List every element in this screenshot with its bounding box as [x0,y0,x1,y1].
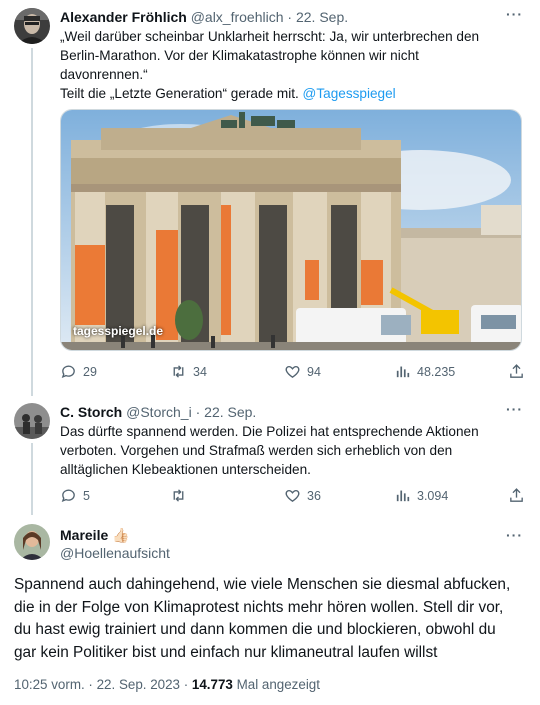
author-handle[interactable]: @alx_froehlich [191,9,284,25]
tweet-header: C. Storch @Storch_i · 22. Sep. [60,404,257,420]
author-handle[interactable]: @Storch_i [126,404,192,420]
share-button[interactable] [508,487,525,504]
retweet-button[interactable] [170,487,193,504]
tweet-meta: 10:25 vorm. · 22. Sep. 2023 · 14.773 Mal… [14,677,320,692]
reply-button[interactable]: 5 [60,487,90,504]
tweet-header: Mareile 👍🏻 [60,526,130,544]
tweet-date[interactable]: 22. Sep. [204,404,256,420]
view-count: 3.094 [417,488,449,503]
retweet-arrows-icon [173,489,184,502]
thread-line [31,443,33,515]
more-options-icon[interactable]: ··· [506,527,523,543]
brandenburg-gate-photo [61,110,521,350]
bar-chart-icon [396,366,410,378]
tweet-text: „Weil darüber scheinbar Unklarheit herrs… [60,29,480,101]
tweet-actions: 5 36 3.094 [60,487,530,507]
retweet-arrows-icon [173,365,184,378]
reply-count: 29 [83,364,97,379]
views-label: Mal angezeigt [232,677,320,692]
share-button[interactable] [508,363,525,380]
avatar-alexander[interactable] [14,8,50,44]
speech-bubble-icon [61,489,75,502]
author-handle[interactable]: @Hoellenaufsicht [60,545,170,561]
reply-button[interactable]: 29 [60,363,97,380]
thread-line [31,48,33,396]
tweet-actions: 29 34 94 48.235 [60,363,530,383]
heart-icon [285,365,300,378]
reply-count: 5 [83,488,90,503]
author-handle-row: @Hoellenaufsicht [60,544,170,562]
share-upload-icon [510,488,523,502]
views-button[interactable]: 3.094 [394,487,448,504]
share-upload-icon [510,364,523,378]
tweet-timestamp[interactable]: 10:25 vorm. · 22. Sep. 2023 · [14,677,192,692]
heart-icon [285,489,300,502]
avatar-mareile[interactable] [14,524,50,560]
like-count: 94 [307,364,321,379]
view-count: 48.235 [417,364,456,379]
retweet-count: 34 [193,364,207,379]
like-button[interactable]: 94 [284,363,321,380]
author-name[interactable]: Mareile [60,527,108,543]
views-button[interactable]: 48.235 [394,363,455,380]
like-button[interactable]: 36 [284,487,321,504]
view-count: 14.773 [191,677,233,692]
more-options-icon[interactable]: ··· [506,401,523,417]
bar-chart-icon [396,490,410,502]
tweet-date[interactable]: 22. Sep. [296,9,348,25]
author-name[interactable]: Alexander Fröhlich [60,9,187,25]
speech-bubble-icon [61,365,75,378]
thumbs-up-emoji-icon: 👍🏻 [112,527,130,543]
like-count: 36 [307,488,321,503]
retweet-button[interactable]: 34 [170,363,207,380]
tweet-image[interactable]: tagesspiegel.de [60,109,522,351]
tweet-text: Das dürfte spannend werden. Die Polizei … [60,424,479,477]
avatar-storch[interactable] [14,403,50,439]
media-source-label: tagesspiegel.de [73,324,164,338]
more-options-icon[interactable]: ··· [506,6,523,22]
tweet-text: Spannend auch dahingehend, wie viele Men… [14,576,511,661]
author-name[interactable]: C. Storch [60,404,122,420]
mention-link[interactable]: @Tagesspiegel [303,86,396,101]
tweet-header: Alexander Fröhlich @alx_froehlich · 22. … [60,9,349,25]
